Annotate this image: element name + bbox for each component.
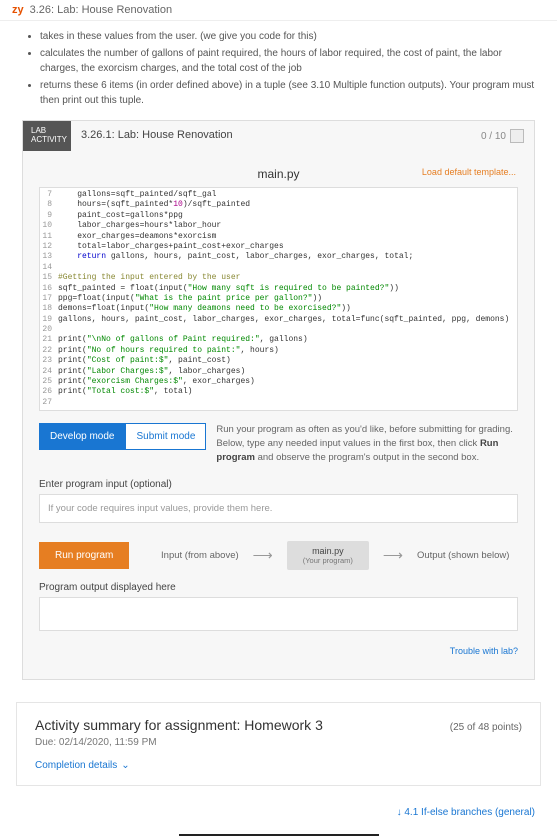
summary-points: (25 of 48 points): [450, 722, 522, 733]
code-line[interactable]: 22print("No of hours required to paint:"…: [40, 346, 517, 356]
chevron-down-icon: ⌄: [121, 760, 129, 771]
develop-mode-button[interactable]: Develop mode: [39, 423, 125, 450]
brand-text: zy: [12, 4, 24, 16]
code-editor[interactable]: 7 gallons=sqft_painted/sqft_gal8 hours=(…: [39, 187, 518, 411]
code-line[interactable]: 25print("exorcism Charges:$", exor_charg…: [40, 377, 517, 387]
code-line[interactable]: 16sqft_painted = float(input("How many s…: [40, 284, 517, 294]
filename: main.py: [257, 167, 299, 181]
score-icon: [510, 129, 524, 143]
description-list: takes in these values from the user. (we…: [40, 29, 535, 108]
code-line[interactable]: 7 gallons=sqft_painted/sqft_gal: [40, 190, 517, 200]
activity-title: 3.26.1: Lab: House Renovation: [71, 121, 471, 151]
code-line[interactable]: 23print("Cost of paint:$", paint_cost): [40, 356, 517, 366]
list-item: calculates the number of gallons of pain…: [40, 46, 535, 76]
code-line[interactable]: 9 paint_cost=gallons*ppg: [40, 211, 517, 221]
code-line[interactable]: 21print("\nNo of gallons of Paint requir…: [40, 335, 517, 345]
code-line[interactable]: 12 total=labor_charges+paint_cost+exor_c…: [40, 242, 517, 252]
mode-description: Run your program as often as you'd like,…: [216, 423, 518, 464]
divider: [179, 834, 379, 836]
summary-title: Activity summary for assignment: Homewor…: [35, 717, 323, 733]
page-header: zy 3.26: Lab: House Renovation: [0, 0, 557, 21]
program-input[interactable]: If your code requires input values, prov…: [39, 494, 518, 523]
activity-header: LAB ACTIVITY 3.26.1: Lab: House Renovati…: [23, 121, 534, 151]
submit-mode-button[interactable]: Submit mode: [125, 423, 206, 450]
list-item: takes in these values from the user. (we…: [40, 29, 535, 44]
code-line[interactable]: 26print("Total cost:$", total): [40, 387, 517, 397]
code-line[interactable]: 27: [40, 398, 517, 408]
breadcrumb: 3.26: Lab: House Renovation: [30, 4, 173, 16]
code-line[interactable]: 19gallons, hours, paint_cost, labor_char…: [40, 315, 517, 325]
code-line[interactable]: 15#Getting the input entered by the user: [40, 273, 517, 283]
completion-details-toggle[interactable]: Completion details ⌄: [35, 760, 130, 771]
run-program-button[interactable]: Run program: [39, 542, 129, 569]
activity-score: 0 / 10: [471, 121, 534, 151]
program-output: [39, 597, 518, 631]
output-label: Program output displayed here: [39, 582, 518, 593]
code-line[interactable]: 8 hours=(sqft_painted*10)/sqft_painted: [40, 200, 517, 210]
code-line[interactable]: 11 exor_charges=deamons*exorcism: [40, 232, 517, 242]
code-line[interactable]: 10 labor_charges=hours*labor_hour: [40, 221, 517, 231]
lab-activity-box: LAB ACTIVITY 3.26.1: Lab: House Renovati…: [22, 120, 535, 680]
arrow-icon: ⟶: [253, 547, 273, 564]
trouble-link[interactable]: Trouble with lab?: [450, 646, 518, 656]
load-template-link[interactable]: Load default template...: [422, 167, 516, 177]
lab-tag: LAB ACTIVITY: [23, 121, 71, 151]
next-section-link[interactable]: ↓ 4.1 If-else branches (general): [397, 807, 535, 818]
code-line[interactable]: 14: [40, 263, 517, 273]
filename-bar: main.py Load default template...: [39, 161, 518, 187]
code-line[interactable]: 13 return gallons, hours, paint_cost, la…: [40, 252, 517, 262]
summary-due: Due: 02/14/2020, 11:59 PM: [35, 737, 522, 748]
code-line[interactable]: 18demons=float(input("How many deamons n…: [40, 304, 517, 314]
input-flow-label: Input (from above): [161, 550, 239, 561]
activity-summary: Activity summary for assignment: Homewor…: [16, 702, 541, 786]
code-line[interactable]: 20: [40, 325, 517, 335]
code-line[interactable]: 17ppg=float(input("What is the paint pri…: [40, 294, 517, 304]
output-flow-label: Output (shown below): [417, 550, 509, 561]
program-file-box: main.py (Your program): [287, 541, 369, 570]
list-item: returns these 6 items (in order defined …: [40, 78, 535, 108]
input-label: Enter program input (optional): [39, 479, 518, 490]
code-line[interactable]: 24print("Labor Charges:$", labor_charges…: [40, 367, 517, 377]
arrow-icon: ⟶: [383, 547, 403, 564]
